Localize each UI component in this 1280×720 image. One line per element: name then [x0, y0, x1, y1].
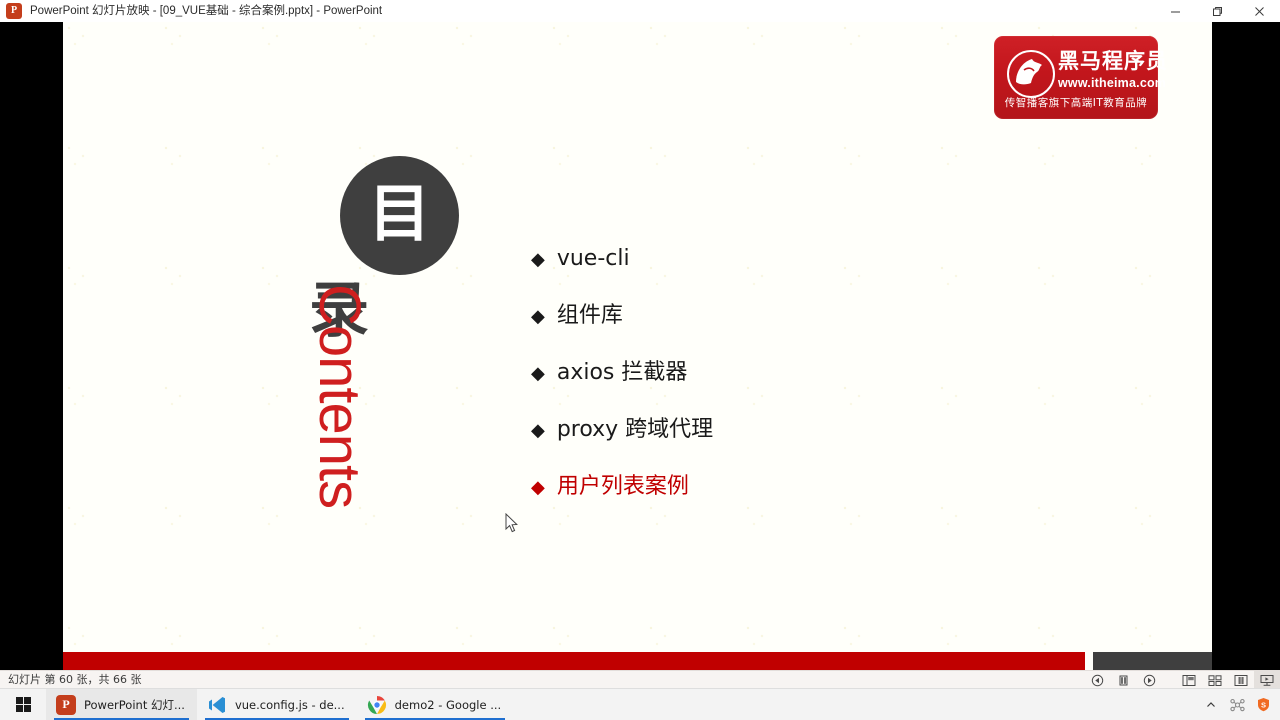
contents-list: ◆ vue-cli ◆ 组件库 ◆ axios 拦截器 ◆ proxy 跨域代理 ◆ 用户列表案例 [531, 230, 1051, 515]
powerpoint-icon: P [56, 694, 76, 715]
powerpoint-icon: P [6, 3, 22, 19]
system-tray: S [1198, 689, 1276, 720]
diamond-bullet-icon: ◆ [531, 476, 545, 497]
previous-slide-button[interactable] [1084, 671, 1110, 689]
contents-list-item-label: proxy 跨域代理 [556, 416, 714, 442]
horse-head-icon [1007, 50, 1055, 98]
minimize-button[interactable] [1154, 0, 1196, 22]
taskbar-item-label: demo2 - Google ... [394, 697, 502, 712]
logo-brand-text: 黑马程序员 [1058, 49, 1168, 73]
contents-list-item: ◆ axios 拦截器 [531, 344, 1051, 401]
pause-button[interactable] [1110, 671, 1136, 689]
contents-list-item-label: axios 拦截器 [556, 359, 688, 385]
diamond-bullet-icon: ◆ [531, 419, 545, 440]
window-controls [1154, 0, 1280, 22]
taskbar-items: P PowerPoint 幻灯... vue.config.js - de... de… [46, 689, 513, 720]
next-slide-button[interactable] [1136, 671, 1162, 689]
slide-position-text: 幻灯片 第 60 张，共 66 张 [8, 673, 142, 686]
network-icon[interactable] [1224, 689, 1250, 720]
show-hidden-icons-button[interactable] [1198, 689, 1224, 720]
slide-footer-accent-bar [1093, 652, 1212, 670]
status-bar-controls [1084, 671, 1280, 689]
taskbar-item-label: vue.config.js - de... [234, 697, 345, 712]
restore-button[interactable] [1196, 0, 1238, 22]
slide-sorter-button[interactable] [1202, 671, 1228, 689]
logo-slogan-text: 传智播客旗下高端IT教育品牌 [1004, 97, 1148, 109]
taskbar-item[interactable]: demo2 - Google ... [357, 689, 514, 720]
slide-canvas[interactable]: 黑马程序员 www.itheima.com 传智播客旗下高端IT教育品牌 目 录… [63, 22, 1212, 670]
contents-list-item: ◆ proxy 跨域代理 [531, 401, 1051, 458]
windows-logo-icon [15, 697, 31, 712]
diamond-bullet-icon: ◆ [531, 305, 545, 326]
heading-en: Contents [307, 284, 372, 509]
diamond-bullet-icon: ◆ [531, 362, 545, 383]
slide-footer-bar [63, 652, 1085, 670]
slideshow-stage[interactable]: 黑马程序员 www.itheima.com 传智播客旗下高端IT教育品牌 目 录… [0, 22, 1280, 670]
normal-view-button[interactable] [1176, 671, 1202, 689]
close-button[interactable] [1238, 0, 1280, 22]
logo-url-text: www.itheima.com [1058, 76, 1167, 90]
window-title-bar: P PowerPoint 幻灯片放映 - [09_VUE基础 - 综合案例.pp… [0, 0, 1280, 23]
status-bar: 幻灯片 第 60 张，共 66 张 [0, 670, 1280, 689]
contents-list-item-label: 组件库 [556, 302, 623, 328]
screen: P PowerPoint 幻灯片放映 - [09_VUE基础 - 综合案例.pp… [0, 0, 1280, 720]
catalog-glyph-icon: 目 [368, 177, 431, 250]
itheima-logo: 黑马程序员 www.itheima.com 传智播客旗下高端IT教育品牌 [994, 36, 1167, 119]
taskbar-item[interactable]: vue.config.js - de... [197, 689, 357, 720]
taskbar: P PowerPoint 幻灯... vue.config.js - de... de… [0, 688, 1280, 720]
contents-list-item: ◆ 用户列表案例 [531, 458, 1051, 515]
security-shield-icon[interactable]: S [1250, 689, 1276, 720]
reading-view-button[interactable] [1228, 671, 1254, 689]
slideshow-button[interactable] [1254, 671, 1280, 689]
chrome-icon [367, 695, 387, 715]
contents-list-item-label: vue-cli [556, 245, 630, 271]
start-button[interactable] [0, 689, 46, 720]
diamond-bullet-icon: ◆ [531, 248, 545, 269]
contents-list-item: ◆ vue-cli [531, 230, 1051, 287]
svg-text:S: S [1260, 700, 1265, 709]
contents-list-item: ◆ 组件库 [531, 287, 1051, 344]
taskbar-item[interactable]: P PowerPoint 幻灯... [46, 689, 197, 720]
window-title: PowerPoint 幻灯片放映 - [09_VUE基础 - 综合案例.pptx… [30, 5, 383, 17]
vscode-icon [207, 695, 227, 715]
contents-list-item-label: 用户列表案例 [556, 473, 689, 499]
contents-badge-circle: 目 [340, 156, 459, 275]
taskbar-item-label: PowerPoint 幻灯... [84, 697, 185, 712]
